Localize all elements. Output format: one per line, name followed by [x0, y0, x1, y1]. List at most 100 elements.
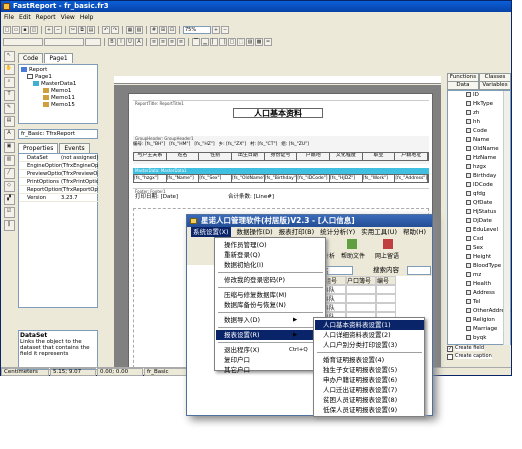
- preview-icon[interactable]: ◫: [30, 26, 38, 34]
- field-item[interactable]: HzName: [448, 154, 496, 162]
- subreport-icon[interactable]: ▥: [3, 155, 15, 166]
- report-setting-item[interactable]: 低保人员证明报表设置(9): [315, 405, 424, 415]
- menu-report[interactable]: Report: [36, 13, 56, 22]
- property-value[interactable]: 3.23.7: [61, 194, 98, 201]
- field-item[interactable]: Birthday: [448, 172, 496, 180]
- save-icon[interactable]: ▪: [21, 26, 29, 34]
- field-item[interactable]: hzgx: [448, 163, 486, 171]
- grid-cell[interactable]: [376, 285, 396, 294]
- grid-header[interactable]: 户口簿号: [346, 276, 376, 285]
- data-field-memo[interactable]: [fs_"hzgx"]: [134, 175, 167, 182]
- data-field-memo[interactable]: [fs_"Address"]: [395, 175, 429, 182]
- grid-cell[interactable]: [346, 294, 376, 303]
- grid-cell[interactable]: [346, 303, 376, 312]
- data-field-memo[interactable]: [fs_"Sex"]: [199, 175, 233, 182]
- field-item[interactable]: HkType: [448, 100, 493, 108]
- report-setting-item[interactable]: 贫困人员证明报表设置(8): [315, 395, 424, 405]
- new-page-icon[interactable]: +: [45, 26, 53, 34]
- group-header-band[interactable]: GroupHeader: GroupHeader1 编号: [fs_"BH"] […: [133, 136, 429, 164]
- frame-bottom-icon[interactable]: ▁: [201, 38, 209, 46]
- data-field-memo[interactable]: [fs_"OldName"]: [232, 175, 265, 182]
- property-value[interactable]: (TfrxPrintOptions): [61, 178, 98, 185]
- total-memo[interactable]: 合计条数: [Line#]: [228, 194, 274, 200]
- report-setting-item[interactable]: 婚育证明报表设置(4): [315, 355, 424, 365]
- field-item[interactable]: Code: [448, 127, 487, 135]
- data-field-memo[interactable]: [fs_"HJDZ"]: [330, 175, 363, 182]
- grid-header[interactable]: 组号: [324, 276, 346, 285]
- data-field-memo[interactable]: [fs_"IDCode"]: [297, 175, 331, 182]
- redo-icon[interactable]: ↷: [111, 26, 119, 34]
- field-item[interactable]: mz: [448, 271, 481, 279]
- report-heading[interactable]: 人口基本资料: [233, 108, 323, 118]
- menu-view[interactable]: View: [61, 13, 75, 22]
- field-item[interactable]: BloodType: [448, 262, 501, 270]
- grid-cell[interactable]: [376, 303, 396, 312]
- ungroup-icon[interactable]: ▧: [135, 26, 143, 34]
- grid-cell[interactable]: 4队: [324, 294, 346, 303]
- delete-page-icon[interactable]: −: [54, 26, 62, 34]
- column-header-memo[interactable]: 户籍地: [297, 153, 331, 160]
- grid-cell[interactable]: 4队: [324, 285, 346, 294]
- report-setting-item[interactable]: 人口迁出证明报表设置(7): [315, 385, 424, 395]
- format-copy-icon[interactable]: ✎: [3, 103, 15, 114]
- field-item[interactable]: Height: [448, 253, 491, 261]
- data-field-memo[interactable]: [fs_"Birthday"]: [265, 175, 298, 182]
- property-row[interactable]: Version 3.23.7: [19, 194, 98, 202]
- style-select[interactable]: [3, 38, 43, 46]
- fill-color-icon[interactable]: ▨: [246, 38, 254, 46]
- field-list-scrollbar[interactable]: [503, 91, 510, 345]
- property-value[interactable]: (TfrxReportOptions): [61, 186, 98, 193]
- sys-menu-item[interactable]: 重新登录(Q): [216, 250, 325, 260]
- tree-node-report[interactable]: Report: [21, 67, 47, 74]
- field-item[interactable]: IDCode: [448, 181, 493, 189]
- grid-cell[interactable]: [376, 294, 396, 303]
- field-item[interactable]: OtherAddress: [448, 307, 511, 315]
- field-item[interactable]: HjStatus: [448, 208, 496, 216]
- font-select[interactable]: [44, 38, 84, 46]
- group-field-memo[interactable]: [fs_"HZ"]: [194, 142, 214, 150]
- field-item[interactable]: DjDate: [448, 217, 492, 225]
- frame-left-icon[interactable]: ▏: [210, 38, 218, 46]
- frame-all-icon[interactable]: □: [228, 38, 236, 46]
- zoom-tool-icon[interactable]: ⌕: [3, 77, 15, 88]
- field-item[interactable]: hh: [448, 118, 480, 126]
- select-tool-icon[interactable]: ↖: [3, 51, 15, 62]
- frame-top-icon[interactable]: ▔: [192, 38, 200, 46]
- sys-menu-item[interactable]: 数据初始化(I): [216, 260, 325, 270]
- sys-menu-item[interactable]: 退出程序(X): [216, 345, 325, 355]
- field-item[interactable]: zh: [448, 109, 479, 117]
- menu-edit[interactable]: Edit: [19, 13, 31, 22]
- data-field-memo[interactable]: [fs_"Name"]: [167, 175, 200, 182]
- sys-menu-item[interactable]: 数据导入(D): [216, 315, 325, 325]
- open-icon[interactable]: ▭: [12, 26, 20, 34]
- report-setting-item[interactable]: 独生子女证明报表设置(5): [315, 365, 424, 375]
- property-row[interactable]: PrintOptions(TfrxPrintOptions): [19, 178, 98, 186]
- column-header-memo[interactable]: 与户主关系: [134, 153, 167, 160]
- column-header-memo[interactable]: 户籍地址: [395, 153, 429, 160]
- menu-help[interactable]: Help: [80, 13, 94, 22]
- report-setting-item[interactable]: 人口详细资料表设置(2): [315, 330, 424, 340]
- tab-code[interactable]: Code: [18, 53, 44, 63]
- band-icon[interactable]: ▤: [3, 116, 15, 127]
- report-setting-item[interactable]: 人口户别分类打印设置(3): [315, 340, 424, 350]
- group-field-memo[interactable]: 组: [fs_"ZU"]: [281, 142, 309, 150]
- sys-menu-item[interactable]: 修改我的登录密码(P): [216, 275, 325, 285]
- tab-data[interactable]: Data: [447, 81, 479, 90]
- online-message-button[interactable]: 网上留语: [375, 251, 399, 260]
- master-data-band[interactable]: [fs_"hzgx"] [fs_"Name"] [fs_"Sex"] [fs_"Old…: [133, 174, 429, 183]
- grid-cell[interactable]: [346, 285, 376, 294]
- barcode-icon[interactable]: ‖: [3, 220, 15, 231]
- cut-icon[interactable]: ✂: [69, 26, 77, 34]
- menu-help[interactable]: 帮助(H): [403, 227, 426, 237]
- property-value[interactable]: (TfrxPreviewOptions): [61, 170, 98, 177]
- menu-utilities[interactable]: 实用工具(U): [361, 227, 397, 237]
- property-value[interactable]: (not assigned): [61, 154, 98, 161]
- font-size-select[interactable]: [85, 38, 101, 46]
- tree-node-memo[interactable]: Memo15: [43, 102, 75, 109]
- group-field-memo[interactable]: 编号: [fs_"BH"]: [133, 142, 165, 150]
- column-header-memo[interactable]: 姓名: [167, 153, 200, 160]
- tree-node-memo[interactable]: Memo1: [43, 88, 71, 95]
- data-field-memo[interactable]: [fs_"Work"]: [363, 175, 396, 182]
- checkbox-icon[interactable]: ☑: [3, 207, 15, 218]
- tab-variables[interactable]: Variables: [479, 81, 511, 90]
